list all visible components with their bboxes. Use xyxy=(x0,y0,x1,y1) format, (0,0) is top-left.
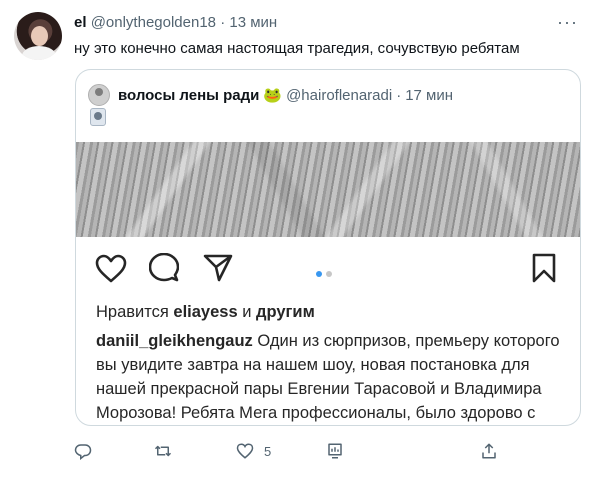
reply-icon xyxy=(74,444,92,460)
quoted-badge-icon xyxy=(90,108,106,126)
likes-user: eliayess xyxy=(173,303,238,321)
carousel-dot-active xyxy=(316,271,322,277)
heart-icon xyxy=(95,254,127,283)
tweet[interactable]: el @onlythegolden18 · 13 мин ··· ну это … xyxy=(0,0,596,480)
share-icon xyxy=(203,254,233,282)
quoted-author-handle: @hairoflenaradi xyxy=(286,86,393,104)
separator-dot: · xyxy=(220,14,226,31)
carousel-indicator xyxy=(316,264,336,282)
tweet-header: el @onlythegolden18 · 13 мин xyxy=(74,14,277,31)
caption-username: daniil_gleikhengauz xyxy=(96,332,253,350)
share-upload-icon xyxy=(482,443,496,459)
quoted-author-name: волосы лены ради xyxy=(118,86,260,104)
instagram-caption-block: Нравится eliayess и другим daniil_gleikh… xyxy=(96,300,566,425)
likes-others: другим xyxy=(256,303,315,321)
like-button[interactable]: 5 xyxy=(236,442,271,460)
more-options-icon[interactable]: ··· xyxy=(557,12,578,33)
carousel-dot xyxy=(326,271,332,277)
like-count: 5 xyxy=(264,443,272,459)
quoted-author-avatar[interactable] xyxy=(88,84,110,106)
bookmark-icon xyxy=(532,253,556,283)
quoted-tweet-time: 17 мин xyxy=(405,86,454,104)
tweet-text: ну это конечно самая настоящая трагедия,… xyxy=(74,40,520,57)
avatar-shirt xyxy=(22,46,56,60)
quoted-tweet[interactable]: волосы лены ради 🐸 @hairoflenaradi · 17 … xyxy=(75,69,581,426)
instagram-caption: daniil_gleikhengauz Один из сюрпризов, п… xyxy=(96,329,566,425)
instagram-screenshot-image[interactable] xyxy=(76,142,580,237)
author-name[interactable]: el xyxy=(74,14,87,31)
tweet-actions: 5 xyxy=(74,442,524,466)
view-analytics-button[interactable] xyxy=(326,442,344,460)
likes-prefix: Нравится xyxy=(96,303,169,321)
tweet-time[interactable]: 13 мин xyxy=(229,14,277,31)
quoted-tweet-header: волосы лены ради 🐸 @hairoflenaradi · 17 … xyxy=(88,84,453,106)
analytics-icon xyxy=(328,443,342,459)
retweet-button[interactable] xyxy=(154,442,172,460)
retweet-icon xyxy=(154,445,172,457)
avatar-face xyxy=(31,26,48,46)
heart-icon xyxy=(236,443,254,459)
instagram-likes: Нравится eliayess и другим xyxy=(96,300,566,324)
author-handle[interactable]: @onlythegolden18 xyxy=(91,14,216,31)
share-button[interactable] xyxy=(480,442,498,460)
avatar[interactable] xyxy=(14,12,62,60)
comment-icon xyxy=(149,253,179,282)
reply-button[interactable] xyxy=(74,442,92,460)
separator-dot: · xyxy=(396,86,402,104)
frog-emoji: 🐸 xyxy=(263,87,283,104)
likes-and: и xyxy=(242,303,252,321)
